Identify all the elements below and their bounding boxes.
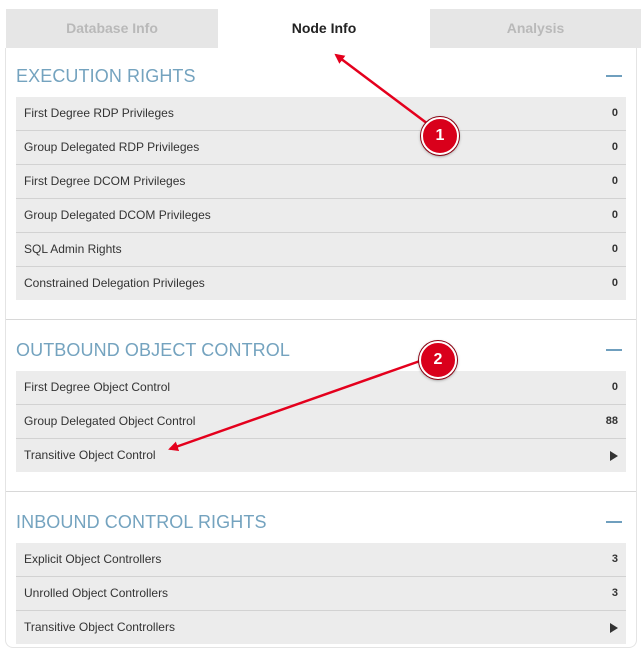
row-label: Transitive Object Controllers: [24, 620, 175, 634]
list-item-transitive-object-controllers[interactable]: Transitive Object Controllers: [16, 611, 626, 644]
section-title: INBOUND CONTROL RIGHTS: [16, 512, 267, 532]
play-icon[interactable]: [610, 451, 618, 461]
collapse-icon[interactable]: [606, 521, 622, 523]
row-count: 0: [611, 107, 618, 119]
row-label: Group Delegated RDP Privileges: [24, 140, 200, 154]
collapse-icon[interactable]: [606, 349, 622, 351]
node-info-panel: EXECUTION RIGHTS First Degree RDP Privil…: [5, 48, 637, 648]
list-item-first-degree-object-control[interactable]: First Degree Object Control 0: [16, 371, 626, 405]
row-count: 3: [611, 553, 618, 565]
outbound-object-control-list: First Degree Object Control 0 Group Dele…: [16, 371, 626, 472]
row-count: 0: [611, 277, 618, 289]
row-count: 0: [611, 381, 618, 393]
row-label: Explicit Object Controllers: [24, 552, 162, 566]
list-item-group-delegated-rdp-privileges[interactable]: Group Delegated RDP Privileges 0: [16, 131, 626, 165]
row-label: First Degree DCOM Privileges: [24, 174, 186, 188]
row-count: 3: [611, 587, 618, 599]
row-count: 88: [605, 415, 618, 427]
row-label: Group Delegated DCOM Privileges: [24, 208, 211, 222]
list-item-first-degree-dcom-privileges[interactable]: First Degree DCOM Privileges 0: [16, 165, 626, 199]
tab-analysis[interactable]: Analysis: [430, 9, 641, 48]
execution-rights-list: First Degree RDP Privileges 0 Group Dele…: [16, 97, 626, 300]
list-item-first-degree-rdp-privileges[interactable]: First Degree RDP Privileges 0: [16, 97, 626, 131]
row-count: 0: [611, 209, 618, 221]
row-label: Group Delegated Object Control: [24, 414, 196, 428]
list-item-explicit-object-controllers[interactable]: Explicit Object Controllers 3: [16, 543, 626, 577]
collapse-icon[interactable]: [606, 75, 622, 77]
list-item-unrolled-object-controllers[interactable]: Unrolled Object Controllers 3: [16, 577, 626, 611]
play-icon[interactable]: [610, 623, 618, 633]
section-execution-rights: EXECUTION RIGHTS First Degree RDP Privil…: [6, 62, 636, 320]
inbound-control-rights-list: Explicit Object Controllers 3 Unrolled O…: [16, 543, 626, 644]
section-title: OUTBOUND OBJECT CONTROL: [16, 340, 290, 360]
list-item-constrained-delegation-privileges[interactable]: Constrained Delegation Privileges 0: [16, 267, 626, 300]
row-label: Transitive Object Control: [24, 448, 156, 462]
list-item-transitive-object-control[interactable]: Transitive Object Control: [16, 439, 626, 472]
list-item-sql-admin-rights[interactable]: SQL Admin Rights 0: [16, 233, 626, 267]
row-label: SQL Admin Rights: [24, 242, 122, 256]
row-label: First Degree RDP Privileges: [24, 106, 174, 120]
section-title: EXECUTION RIGHTS: [16, 66, 196, 86]
list-item-group-delegated-object-control[interactable]: Group Delegated Object Control 88: [16, 405, 626, 439]
tab-bar: Database Info Node Info Analysis: [6, 9, 641, 48]
tab-node-info[interactable]: Node Info: [218, 9, 430, 48]
list-item-group-delegated-dcom-privileges[interactable]: Group Delegated DCOM Privileges 0: [16, 199, 626, 233]
row-label: Unrolled Object Controllers: [24, 586, 169, 600]
section-inbound-control-rights: INBOUND CONTROL RIGHTS Explicit Object C…: [6, 508, 636, 647]
row-count: 0: [611, 141, 618, 153]
row-label: Constrained Delegation Privileges: [24, 276, 205, 290]
row-count: 0: [611, 175, 618, 187]
row-label: First Degree Object Control: [24, 380, 171, 394]
tab-database-info[interactable]: Database Info: [6, 9, 218, 48]
row-count: 0: [611, 243, 618, 255]
section-outbound-object-control: OUTBOUND OBJECT CONTROL First Degree Obj…: [6, 336, 636, 492]
